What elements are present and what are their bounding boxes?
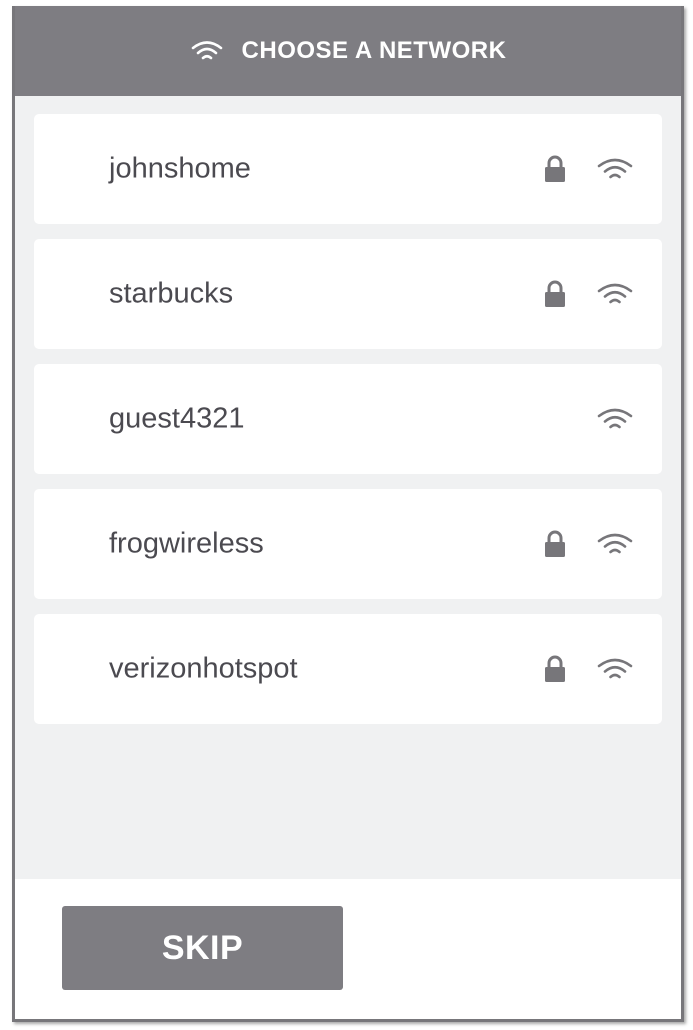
wifi-signal-icon: [596, 532, 634, 556]
lock-icon: [542, 154, 568, 184]
network-item-frogwireless[interactable]: frogwireless: [34, 489, 662, 599]
skip-button[interactable]: SKIP: [62, 906, 343, 990]
wifi-signal-icon: [596, 282, 634, 306]
wifi-signal-icon: [596, 407, 634, 431]
wifi-signal-icon: [596, 657, 634, 681]
lock-icon: [542, 529, 568, 559]
network-name: frogwireless: [109, 527, 264, 560]
header: CHOOSE A NETWORK: [15, 6, 681, 96]
network-item-verizonhotspot[interactable]: verizonhotspot: [34, 614, 662, 724]
network-item-guest4321[interactable]: guest4321: [34, 364, 662, 474]
network-item-johnshome[interactable]: johnshome: [34, 114, 662, 224]
network-chooser-panel: CHOOSE A NETWORK johnshome starbucks gue…: [12, 6, 684, 1022]
network-name: starbucks: [109, 277, 234, 310]
wifi-signal-icon: [596, 157, 634, 181]
network-name: verizonhotspot: [109, 652, 298, 685]
network-name: johnshome: [109, 152, 251, 185]
header-title: CHOOSE A NETWORK: [241, 37, 507, 64]
network-item-starbucks[interactable]: starbucks: [34, 239, 662, 349]
footer: SKIP: [15, 879, 681, 1019]
lock-icon: [542, 654, 568, 684]
network-name: guest4321: [109, 402, 245, 435]
lock-icon: [542, 279, 568, 309]
wifi-icon: [190, 40, 224, 62]
network-list: johnshome starbucks guest4321 frogwirele…: [15, 96, 681, 739]
